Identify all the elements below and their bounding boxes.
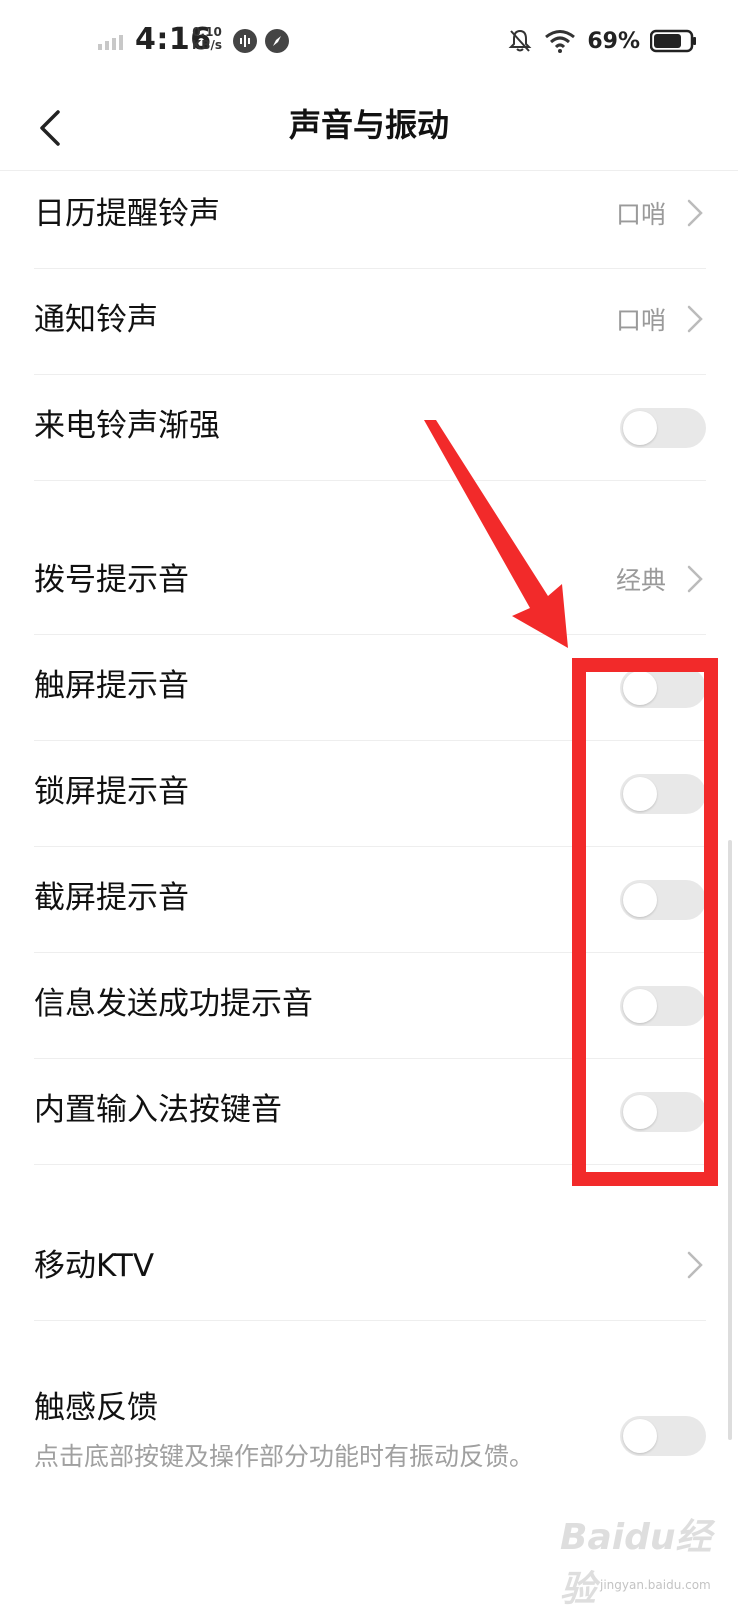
chevron-right-icon [687, 305, 703, 333]
watermark-url: jingyan.baidu.com [600, 1578, 711, 1592]
toggle-knob [623, 1419, 657, 1453]
bell-muted-icon [508, 29, 532, 52]
notification-ringtone-row[interactable]: 通知铃声 口哨 [34, 268, 706, 375]
signal-icon [98, 35, 123, 50]
row-value: 经典 [615, 566, 666, 595]
chevron-right-icon [687, 565, 703, 593]
status-bar: 4:16 0.10 KB/s 69% [0, 0, 738, 82]
annotation-arrow-icon [424, 420, 568, 648]
battery-icon [650, 29, 696, 53]
chevron-right-icon [687, 199, 703, 227]
row-value: 口哨 [615, 306, 666, 335]
row-label: 移动KTV [34, 1248, 155, 1284]
row-label: 拨号提示音 [34, 562, 189, 598]
incoming-fade-toggle[interactable] [620, 408, 706, 448]
row-label: 触感反馈 [34, 1390, 158, 1426]
compass-icon [265, 29, 289, 53]
mobile-ktv-row[interactable]: 移动KTV [34, 1214, 706, 1321]
row-label: 锁屏提示音 [34, 774, 189, 810]
chevron-right-icon [687, 1251, 703, 1279]
network-speed: 0.10 KB/s [192, 25, 222, 52]
haptic-feedback-toggle[interactable] [620, 1416, 706, 1456]
row-label: 来电铃声渐强 [34, 408, 220, 444]
header: 声音与振动 [0, 82, 738, 171]
calendar-ringtone-row[interactable]: 日历提醒铃声 口哨 [34, 162, 706, 269]
sound-recorder-icon [233, 29, 257, 53]
toggle-knob [623, 411, 657, 445]
watermark-logo: Baidu经验 [560, 1517, 712, 1610]
row-label: 信息发送成功提示音 [34, 986, 313, 1022]
dial-tone-row[interactable]: 拨号提示音 经典 [34, 528, 706, 635]
status-right: 69% [507, 24, 698, 58]
incoming-fade-row: 来电铃声渐强 [34, 374, 706, 481]
row-label: 截屏提示音 [34, 880, 189, 916]
page-title: 声音与振动 [288, 106, 449, 144]
row-label: 触屏提示音 [34, 668, 189, 704]
battery-percent: 69% [587, 28, 640, 54]
row-label: 通知铃声 [34, 302, 158, 338]
row-description: 点击底部按键及操作部分功能时有振动反馈。 [34, 1442, 535, 1471]
row-label: 日历提醒铃声 [34, 196, 220, 232]
row-label: 内置输入法按键音 [34, 1092, 282, 1128]
annotation-highlight-box [572, 658, 718, 1186]
haptic-feedback-row: 触感反馈 点击底部按键及操作部分功能时有振动反馈。 [34, 1356, 706, 1526]
row-value: 口哨 [615, 200, 666, 229]
wifi-icon [545, 30, 576, 53]
scrollbar[interactable] [728, 840, 732, 1440]
